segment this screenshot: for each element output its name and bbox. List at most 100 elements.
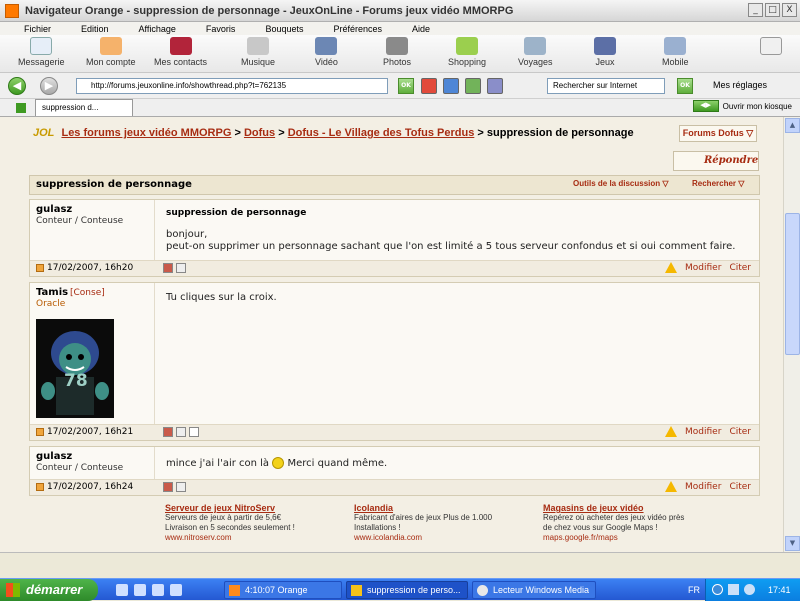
start-button[interactable]: démarrer: [0, 579, 98, 601]
history-icon[interactable]: [487, 78, 503, 94]
plane-icon: [524, 37, 547, 55]
new-tab-icon[interactable]: [16, 103, 26, 113]
ad-item[interactable]: Magasins de jeux vidéo Repérez où achete…: [543, 503, 684, 543]
mes-contacts-button[interactable]: Mes contacts: [154, 37, 207, 67]
post-text-line: Tu cliques sur la croix.: [166, 292, 277, 303]
tab-active[interactable]: suppression d...: [35, 99, 133, 116]
web-page: JOL Les forums jeux vidéo MMORPG > Dofus…: [0, 117, 783, 552]
scroll-down-icon[interactable]: ▼: [785, 536, 800, 551]
menu-bouquets[interactable]: Bouquets: [265, 24, 303, 34]
thread-tools-dropdown[interactable]: Outils de la discussion ▽: [573, 179, 669, 188]
thread-title: suppression de personnage: [36, 179, 192, 190]
home-icon[interactable]: [465, 78, 481, 94]
tab-bar: suppression d... ◀▶ Ouvrir mon kiosque: [0, 99, 800, 117]
breadcrumb-village-link[interactable]: Dofus - Le Village des Tofus Perdus: [288, 127, 475, 139]
refresh-icon[interactable]: [443, 78, 459, 94]
menu-edition[interactable]: Edition: [81, 24, 109, 34]
post-username[interactable]: gulasz: [36, 451, 72, 462]
email-icon[interactable]: [189, 427, 199, 437]
menu-favoris[interactable]: Favoris: [206, 24, 236, 34]
jol-logo: JOL: [33, 127, 55, 139]
post-2: Tamis [Conse] Oracle 78 Tu cliques sur l…: [29, 282, 760, 441]
post-username[interactable]: gulasz: [36, 204, 72, 215]
quicklaunch-media-icon[interactable]: [170, 584, 182, 596]
clock: 17:41: [768, 585, 791, 595]
post-text-line: mince j'ai l'air con là Merci quand même…: [166, 457, 388, 469]
forward-button[interactable]: ▶: [40, 77, 58, 95]
private-message-icon[interactable]: [176, 263, 186, 273]
photos-button[interactable]: Photos: [383, 37, 411, 67]
task-browser[interactable]: suppression de perso...: [346, 581, 468, 599]
network-icon[interactable]: [712, 584, 723, 595]
menu-fichier[interactable]: Fichier: [24, 24, 51, 34]
quicklaunch-ie-icon[interactable]: [116, 584, 128, 596]
menu-preferences[interactable]: Préférences: [333, 24, 382, 34]
video-button[interactable]: Vidéo: [315, 37, 338, 67]
jeux-button[interactable]: Jeux: [594, 37, 616, 67]
messagerie-button[interactable]: Messagerie: [18, 37, 65, 67]
private-message-icon[interactable]: [176, 427, 186, 437]
reply-button[interactable]: Répondre: [673, 151, 759, 171]
go-button[interactable]: OK: [398, 78, 414, 94]
avatar: 78: [36, 319, 114, 418]
thread-header: suppression de personnage Outils de la d…: [29, 175, 760, 195]
minimize-button[interactable]: _: [748, 3, 763, 17]
musique-button[interactable]: Musique: [241, 37, 275, 67]
breadcrumb-dofus-link[interactable]: Dofus: [244, 127, 275, 139]
menu-affichage[interactable]: Affichage: [139, 24, 176, 34]
report-warning-icon[interactable]: [665, 426, 678, 437]
address-bar[interactable]: http://forums.jeuxonline.info/showthread…: [76, 78, 388, 94]
quote-button[interactable]: Citer: [729, 482, 751, 492]
task-media-player[interactable]: Lecteur Windows Media: [472, 581, 596, 599]
report-warning-icon[interactable]: [665, 481, 678, 492]
profile-icon[interactable]: [163, 263, 173, 273]
forums-dofus-dropdown[interactable]: Forums Dofus ▽: [679, 125, 757, 142]
maximize-button[interactable]: □: [765, 3, 780, 17]
shopping-button[interactable]: Shopping: [448, 37, 486, 67]
private-message-icon[interactable]: [176, 482, 186, 492]
mon-compte-button[interactable]: Mon compte: [86, 37, 136, 67]
thread-search-dropdown[interactable]: Rechercher ▽: [692, 179, 744, 188]
ad-item[interactable]: Icolandia Fabricant d'aires de jeux Plus…: [354, 503, 492, 543]
profile-icon[interactable]: [163, 427, 173, 437]
voyages-button[interactable]: Voyages: [518, 37, 553, 67]
post-footer: 17/02/2007, 16h24 Modifier Citer: [30, 479, 759, 495]
volume-icon[interactable]: [728, 584, 739, 595]
quote-button[interactable]: Citer: [729, 263, 751, 273]
quote-button[interactable]: Citer: [729, 427, 751, 437]
breadcrumb-forums-link[interactable]: Les forums jeux vidéo MMORPG: [61, 127, 231, 139]
ad-item[interactable]: Serveur de jeux NitroServ Serveurs de je…: [165, 503, 295, 543]
post-username[interactable]: Tamis: [36, 287, 68, 298]
menu-aide[interactable]: Aide: [412, 24, 430, 34]
quicklaunch-star-icon[interactable]: [152, 584, 164, 596]
language-indicator[interactable]: FR: [688, 585, 700, 595]
mobile-button[interactable]: Mobile: [662, 37, 689, 67]
profile-icon[interactable]: [163, 482, 173, 492]
post-text-line: peut-on supprimer un personnage sachant …: [166, 241, 736, 252]
scroll-up-icon[interactable]: ▲: [785, 118, 800, 133]
avatar-number: 78: [64, 371, 88, 391]
mail-icon: [30, 37, 53, 55]
user-conse-tag[interactable]: [Conse]: [70, 288, 105, 298]
modify-button[interactable]: Modifier: [685, 482, 721, 492]
post-user-rank: Conteur / Conteuse: [36, 463, 124, 473]
settings-button[interactable]: Mes réglages: [713, 80, 767, 90]
favorites-star-button[interactable]: [760, 37, 782, 57]
kiosque-button[interactable]: ◀▶ Ouvrir mon kiosque: [692, 100, 792, 112]
stop-icon[interactable]: [421, 78, 437, 94]
task-orange[interactable]: 4:10:07 Orange: [224, 581, 342, 599]
modify-button[interactable]: Modifier: [685, 263, 721, 273]
report-warning-icon[interactable]: [665, 262, 678, 273]
scroll-thumb[interactable]: [785, 213, 800, 355]
modify-button[interactable]: Modifier: [685, 427, 721, 437]
back-button[interactable]: ◀: [8, 77, 26, 95]
vertical-scrollbar[interactable]: ▲ ▼: [783, 117, 800, 552]
quicklaunch-desktop-icon[interactable]: [134, 584, 146, 596]
search-input[interactable]: Rechercher sur Internet: [547, 78, 665, 94]
search-go-button[interactable]: OK: [677, 78, 693, 94]
contacts-icon: [169, 37, 192, 55]
close-button[interactable]: X: [782, 3, 797, 17]
title-bar: Navigateur Orange - suppression de perso…: [0, 0, 800, 22]
bluetooth-icon[interactable]: [744, 584, 755, 595]
account-icon: [99, 37, 122, 55]
